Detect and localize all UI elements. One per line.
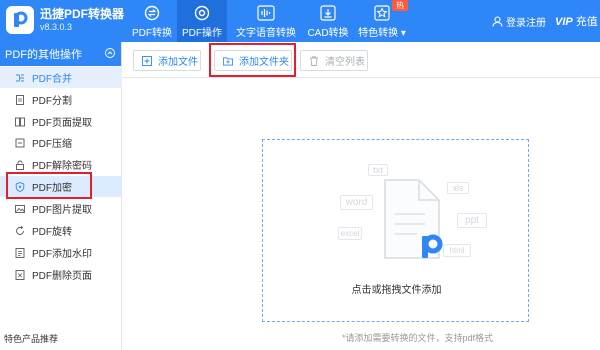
sidebar-item-pdf-split[interactable]: PDF分割 [0, 89, 122, 110]
sidebar-item-label: PDF加密 [32, 183, 72, 194]
vip-mark: VIP [555, 16, 573, 28]
waveform-icon [257, 4, 275, 22]
split-icon [15, 94, 25, 105]
add-folder-button[interactable]: 添加文件夹 [214, 50, 292, 71]
vip-label: 充值 [575, 16, 598, 28]
clear-list-button[interactable]: 清空列表 [300, 50, 368, 71]
nav-label: 文字语音转换 [236, 28, 296, 39]
nav-label: CAD转换 [307, 28, 349, 39]
ghost-file-tag: txt [368, 164, 388, 176]
ghost-file-tag: word [340, 195, 373, 210]
sidebar-item-pdf-rotate[interactable]: PDF旋转 [0, 220, 122, 241]
sidebar-item-pdf-delete-page[interactable]: PDF删除页面 [0, 264, 122, 285]
add-folder-label: 添加文件夹 [239, 57, 289, 68]
supported-format-hint: *请添加需要转换的文件，支持pdf格式 [342, 333, 494, 343]
sidebar-item-pdf-unlock[interactable]: PDF解除密码 [0, 154, 122, 175]
drop-zone-text: 点击或拖拽文件添加 [351, 285, 442, 296]
sidebar-item-label: PDF分割 [32, 96, 72, 107]
clear-list-label: 清空列表 [325, 57, 365, 68]
login-register-link[interactable]: 登录注册 [492, 14, 546, 29]
trash-icon [309, 55, 319, 66]
sidebar-item-label: PDF删除页面 [32, 271, 92, 282]
star-icon [374, 4, 390, 22]
extract-icon [15, 117, 25, 127]
add-file-icon [142, 55, 152, 66]
file-drop-zone[interactable]: txt word xls ppt excel html 点击或拖拽文件添加 [262, 139, 529, 322]
pdf-brand-icon [422, 234, 443, 258]
add-folder-icon [223, 56, 233, 66]
shield-icon [15, 181, 25, 192]
sidebar-item-pdf-page-extract[interactable]: PDF页面提取 [0, 111, 122, 132]
gear-icon [194, 4, 210, 22]
featured-products-label[interactable]: 特色产品推荐 [4, 332, 58, 345]
sidebar-item-label: PDF页面提取 [32, 118, 92, 129]
unlock-icon [15, 160, 25, 170]
merge-icon [15, 73, 25, 83]
sidebar-item-pdf-image-extract[interactable]: PDF图片提取 [0, 198, 122, 219]
nav-label: 特色转换 ▾ [358, 28, 406, 39]
vip-recharge-link[interactable]: VIP 充值 [555, 13, 598, 29]
sidebar-item-label: PDF添加水印 [32, 249, 92, 260]
add-file-label: 添加文件 [158, 57, 198, 68]
nav-cad-convert[interactable]: CAD转换 [303, 0, 353, 42]
compress-icon [15, 138, 25, 148]
nav-label: PDF操作 [182, 28, 222, 39]
nav-text-speech[interactable]: 文字语音转换 [233, 0, 299, 42]
chevron-down-icon: ▾ [398, 28, 406, 39]
sidebar-item-label: PDF压缩 [32, 139, 72, 150]
ghost-file-tag: xls [447, 182, 469, 194]
nav-label: PDF转换 [132, 28, 172, 39]
sidebar-item-label: PDF合并 [32, 74, 72, 85]
sidebar-item-pdf-merge[interactable]: PDF合并 [0, 67, 122, 88]
user-icon [492, 16, 503, 27]
sidebar-item-pdf-watermark[interactable]: PDF添加水印 [0, 242, 122, 263]
nav-pdf-convert[interactable]: PDF转换 [127, 0, 177, 42]
sidebar-item-label: PDF解除密码 [32, 161, 92, 172]
chevron-up-icon [105, 48, 115, 58]
delete-page-icon [15, 269, 25, 280]
ghost-file-tag: excel [338, 227, 362, 240]
app-version: v8.3.0.3 [40, 22, 73, 32]
sidebar-item-label: PDF旋转 [32, 227, 72, 238]
toolbar-divider [122, 77, 600, 78]
app-header: 迅捷PDF转换器 v8.3.0.3 PDF转换 PDF操作 文字语音转换 CAD… [0, 0, 600, 42]
rotate-icon [15, 225, 25, 236]
login-label: 登录注册 [506, 18, 546, 29]
hot-badge: 热 [392, 0, 408, 11]
sidebar-header[interactable]: PDF的其他操作 [0, 42, 121, 66]
pdf-logo-icon [14, 11, 28, 27]
nav-pdf-operate[interactable]: PDF操作 [177, 0, 227, 42]
sidebar-item-label: PDF图片提取 [32, 205, 92, 216]
sidebar-header-label: PDF的其他操作 [5, 49, 82, 61]
image-icon [15, 204, 25, 214]
ghost-file-tag: ppt [457, 213, 487, 228]
watermark-icon [15, 247, 25, 258]
sidebar-item-pdf-encrypt[interactable]: PDF加密 [0, 176, 122, 197]
sidebar-item-pdf-compress[interactable]: PDF压缩 [0, 132, 122, 153]
app-title: 迅捷PDF转换器 [40, 7, 125, 21]
cad-icon [320, 4, 336, 22]
add-file-button[interactable]: 添加文件 [133, 50, 201, 71]
convert-icon [144, 4, 160, 22]
app-logo [6, 6, 34, 34]
